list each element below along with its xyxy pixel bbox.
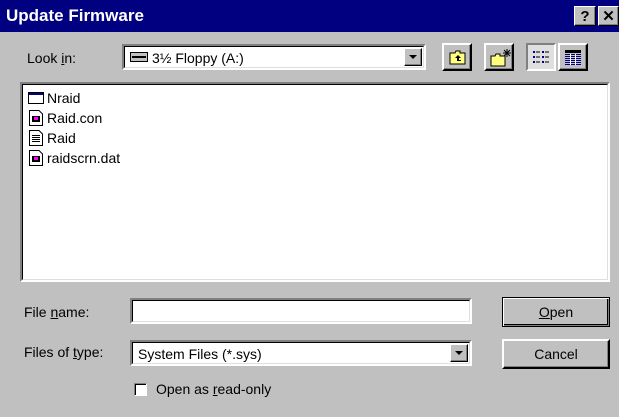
list-view-icon	[533, 51, 549, 63]
read-only-checkbox[interactable]	[134, 383, 147, 396]
system-file-icon	[28, 150, 44, 166]
details-view-button[interactable]	[558, 43, 588, 71]
look-in-label: Look in:	[27, 50, 77, 66]
look-in-combo[interactable]: 3½ Floppy (A:)	[122, 44, 426, 70]
file-name: Nraid	[47, 90, 81, 106]
details-view-icon	[565, 50, 581, 65]
files-of-type-label: Files of type:	[24, 344, 104, 360]
file-name: Raid.con	[47, 110, 103, 126]
create-new-folder-button[interactable]	[484, 43, 514, 71]
list-view-button[interactable]	[526, 43, 556, 71]
open-button[interactable]: Open	[502, 297, 610, 327]
files-of-type-dropdown-arrow[interactable]	[450, 344, 468, 362]
close-button[interactable]: ✕	[598, 6, 619, 26]
text-file-icon	[28, 130, 44, 146]
read-only-label[interactable]: Open as read-only	[156, 381, 271, 397]
up-one-level-button[interactable]	[442, 43, 472, 71]
title-bar: Update Firmware ? ✕	[0, 0, 619, 32]
floppy-drive-icon	[130, 52, 148, 62]
cancel-button[interactable]: Cancel	[502, 339, 610, 369]
window-app-icon	[28, 90, 44, 106]
file-list[interactable]: Nraid Raid.con Raid raidscrn.dat	[20, 82, 610, 282]
look-in-value: 3½ Floppy (A:)	[152, 50, 244, 66]
window-title: Update Firmware	[6, 6, 144, 25]
file-name-label: File name:	[24, 304, 90, 320]
file-name: raidscrn.dat	[47, 150, 121, 166]
files-of-type-value: System Files (*.sys)	[138, 346, 262, 362]
help-button[interactable]: ?	[574, 6, 596, 26]
file-name: Raid	[47, 130, 76, 146]
list-item[interactable]: raidscrn.dat	[28, 148, 120, 168]
new-folder-icon	[490, 49, 511, 67]
list-item[interactable]: Raid	[28, 128, 76, 148]
file-name-input[interactable]	[130, 298, 472, 324]
list-item[interactable]: Nraid	[28, 88, 80, 108]
system-file-icon	[28, 110, 44, 126]
files-of-type-combo[interactable]: System Files (*.sys)	[130, 340, 472, 366]
up-folder-icon	[449, 50, 466, 65]
look-in-dropdown-arrow[interactable]	[404, 48, 422, 66]
list-item[interactable]: Raid.con	[28, 108, 102, 128]
